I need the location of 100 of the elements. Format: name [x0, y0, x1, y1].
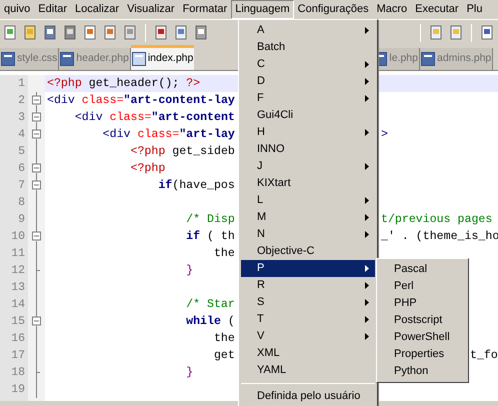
- menu-item[interactable]: N: [241, 226, 375, 243]
- fold-toggle-icon[interactable]: [32, 228, 41, 245]
- menu-bar-item[interactable]: Configurações: [294, 0, 373, 19]
- menu-item[interactable]: KIXtart: [241, 175, 375, 192]
- line-number: 2: [17, 93, 26, 109]
- fold-toggle-icon[interactable]: [32, 92, 41, 109]
- menu-item-label: N: [257, 227, 265, 242]
- menu-item[interactable]: Batch: [241, 39, 375, 56]
- menu-item[interactable]: H: [241, 124, 375, 141]
- code-line: t/previous pages: [381, 212, 492, 228]
- menu-item-label: J: [257, 159, 262, 174]
- menu-item-label: XML: [257, 346, 280, 362]
- line-number: 10: [10, 229, 26, 245]
- code-line: /* Disp: [185, 212, 235, 228]
- code-line: <div class="art-content-lay: [47, 93, 235, 109]
- menu-bar-item[interactable]: Visualizar: [123, 0, 179, 19]
- code-line: /* Star: [185, 297, 235, 313]
- menu-item[interactable]: R: [241, 277, 375, 294]
- code-line: the: [212, 246, 235, 262]
- menu-item-label: T: [257, 312, 264, 328]
- line-number: 4: [17, 127, 26, 143]
- code-line: if(have_pos: [157, 178, 235, 194]
- line-number: 6: [17, 161, 26, 177]
- menu-item-label: H: [257, 125, 265, 140]
- menu-item-label: L: [257, 193, 264, 208]
- menu-item[interactable]: XML: [241, 345, 375, 362]
- menu-item-label: Batch: [257, 40, 286, 56]
- code-line: <?php: [129, 161, 166, 177]
- menu-item-label: C: [257, 57, 265, 72]
- menu-item[interactable]: F: [241, 90, 375, 107]
- menu-bar-item[interactable]: quivo: [0, 0, 34, 19]
- menu-item-label: A: [257, 23, 264, 38]
- line-number: 8: [17, 195, 26, 211]
- code-line: }: [185, 263, 194, 279]
- file-icon: [1, 52, 15, 66]
- line-number: 19: [10, 382, 26, 398]
- menu-item[interactable]: Gui4Cli: [241, 107, 375, 124]
- file-icon: [420, 52, 435, 66]
- line-number: 12: [10, 263, 26, 279]
- menu-bar-item[interactable]: Editar: [34, 0, 72, 19]
- menu-item[interactable]: Pascal: [379, 261, 466, 278]
- menu-bar-item[interactable]: Formatar: [178, 0, 232, 19]
- file-tab[interactable]: index.php: [130, 45, 194, 70]
- line-number: 9: [17, 212, 26, 228]
- line-number: 18: [10, 365, 26, 381]
- menu-item[interactable]: J: [241, 158, 375, 175]
- menu-item[interactable]: YAML: [241, 362, 375, 379]
- line-number: 5: [17, 144, 26, 160]
- code-line: the: [212, 331, 235, 347]
- line-number: 3: [17, 110, 26, 126]
- code-line: if ( th: [185, 229, 235, 245]
- menu-item[interactable]: C: [241, 56, 375, 73]
- menu-item-label: KIXtart: [257, 176, 291, 192]
- menu-item[interactable]: D: [241, 73, 375, 90]
- menu-item-label: INNO: [257, 142, 284, 158]
- menu-item-label: S: [257, 295, 264, 310]
- line-number: 7: [17, 178, 26, 194]
- menu-item[interactable]: PowerShell: [379, 329, 466, 346]
- menu-item[interactable]: Properties: [379, 346, 466, 363]
- menu-bar-item[interactable]: Linguagem: [231, 0, 294, 19]
- menu-item-label: Objective-C: [257, 244, 314, 260]
- menu-bar-item[interactable]: Macro: [372, 0, 412, 19]
- code-line: <div class="art-content: [74, 110, 235, 126]
- menu-item[interactable]: Postscript: [379, 312, 466, 329]
- line-number: 16: [10, 331, 26, 347]
- fold-toggle-icon[interactable]: [32, 160, 41, 177]
- menu-item[interactable]: PHP: [379, 295, 466, 312]
- menu-item[interactable]: L: [241, 192, 375, 209]
- line-number: 17: [10, 348, 26, 364]
- menu-item[interactable]: INNO: [241, 141, 375, 158]
- code-line: <?php get_sideb: [129, 144, 235, 160]
- menu-item-label: V: [257, 329, 264, 344]
- menu-item[interactable]: Python: [379, 363, 466, 380]
- menu-item[interactable]: M: [241, 209, 375, 226]
- menu-item[interactable]: S: [241, 294, 375, 311]
- fold-toggle-icon[interactable]: [32, 313, 41, 330]
- menu-item-label: D: [257, 74, 265, 90]
- fold-toggle-icon[interactable]: [32, 109, 41, 126]
- code-line: >: [381, 127, 388, 143]
- fold-toggle-icon[interactable]: [32, 177, 41, 194]
- line-number: 15: [10, 314, 26, 330]
- new-file-icon[interactable]: [2, 24, 18, 40]
- menu-item[interactable]: Perl: [379, 278, 466, 295]
- menu-item[interactable]: V: [241, 328, 375, 345]
- menu-bar-item[interactable]: Executar: [411, 0, 463, 19]
- menu-item[interactable]: Objective-C: [241, 243, 375, 260]
- menu-bar-item[interactable]: Plu: [462, 0, 486, 19]
- menu-item-label: YAML: [257, 363, 286, 378]
- menu-item[interactable]: A: [241, 22, 375, 39]
- menu-item[interactable]: Definida pelo usuário: [241, 388, 375, 405]
- code-line: while (: [185, 314, 235, 330]
- menu-item[interactable]: T: [241, 311, 375, 328]
- menu-item[interactable]: P: [241, 260, 375, 277]
- fold-toggle-icon[interactable]: [32, 126, 41, 143]
- line-number: 13: [10, 280, 26, 296]
- line-number: 14: [10, 297, 26, 313]
- line-number: 11: [10, 246, 26, 262]
- file-icon: [132, 52, 146, 66]
- menu-bar-item[interactable]: Localizar: [71, 0, 124, 19]
- menu-item-label: P: [257, 261, 264, 276]
